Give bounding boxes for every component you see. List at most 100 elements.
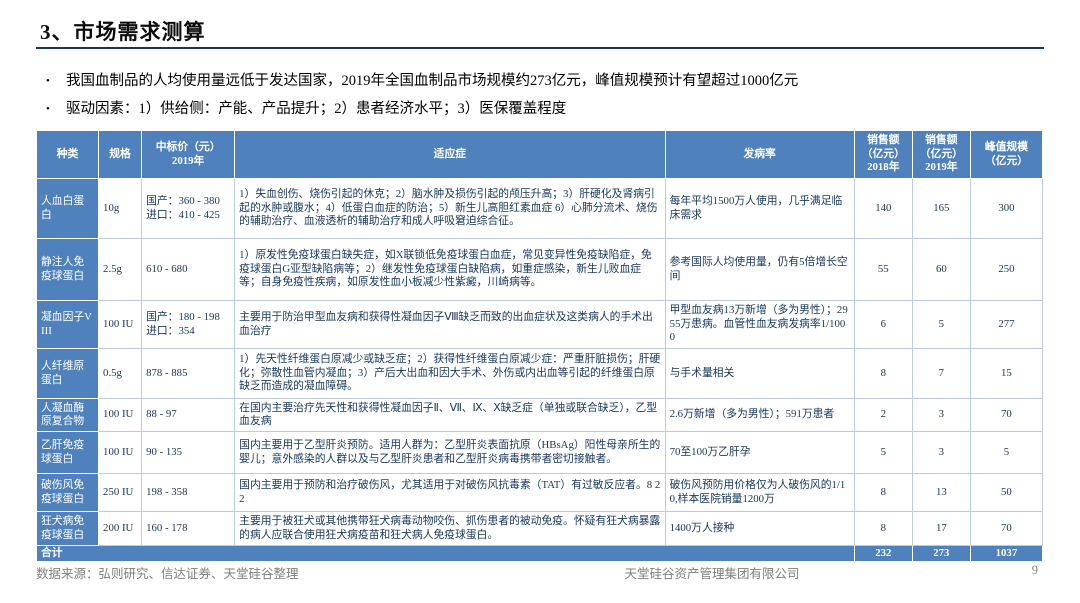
cell-incidence: 破伤风预防用价格仅为人破伤风的1/10,样本医院销量1200万	[665, 474, 854, 512]
cell-type: 狂犬病免疫球蛋白	[37, 512, 99, 546]
cell-sales-2018: 140	[854, 179, 912, 239]
col-header-peak: 峰值规模 （亿元）	[970, 131, 1042, 179]
slide: 3、市场需求测算 • 我国血制品的人均使用量远低于发达国家，2019年全国血制品…	[0, 0, 1080, 603]
cell-spec: 0.5g	[99, 349, 142, 399]
cell-sales-2018: 5	[854, 432, 912, 474]
cell-spec: 250 IU	[99, 474, 142, 512]
cell-price: 国产：180 - 198 进口：354	[142, 301, 235, 349]
bullet-list: • 我国血制品的人均使用量远低于发达国家，2019年全国血制品市场规模约273亿…	[46, 72, 1046, 127]
cell-sales-2018: 2	[854, 399, 912, 432]
table-row: 人血白蛋白 10g 国产：360 - 380 进口：410 - 425 1）失血…	[37, 179, 1043, 239]
cell-peak: 250	[970, 239, 1042, 301]
cell-sales-2019: 3	[912, 432, 970, 474]
col-header-indication: 适应症	[235, 131, 665, 179]
cell-sales-2019: 5	[912, 301, 970, 349]
cell-price: 878 - 885	[142, 349, 235, 399]
cell-incidence: 70至100万乙肝孕	[665, 432, 854, 474]
cell-spec: 10g	[99, 179, 142, 239]
product-table: 种类 规格 中标价（元） 2019年 适应症 发病率 销售额 （亿元） 2018…	[36, 130, 1043, 562]
cell-price: 160 - 178	[142, 512, 235, 546]
col-header-sales-2018: 销售额 （亿元） 2018年	[854, 131, 912, 179]
cell-sales-2018: 55	[854, 239, 912, 301]
cell-peak: 70	[970, 512, 1042, 546]
cell-sales-2019: 13	[912, 474, 970, 512]
bullet-item: • 驱动因素：1）供给侧：产能、产品提升；2）患者经济水平；3）医保覆盖程度	[46, 100, 1046, 120]
cell-sales-2019: 3	[912, 399, 970, 432]
cell-type: 破伤风免疫球蛋白	[37, 474, 99, 512]
cell-peak: 15	[970, 349, 1042, 399]
header-row: 种类 规格 中标价（元） 2019年 适应症 发病率 销售额 （亿元） 2018…	[37, 131, 1043, 179]
cell-sales-2019: 60	[912, 239, 970, 301]
bullet-icon: •	[46, 72, 66, 91]
cell-spec: 100 IU	[99, 432, 142, 474]
table-row: 乙肝免疫球蛋白 100 IU 90 - 135 国内主要用于乙型肝炎预防。适用人…	[37, 432, 1043, 474]
footer: 数据来源：弘则研究、信达证券、天堂硅谷整理 天堂硅谷资产管理集团有限公司 9	[36, 563, 1044, 582]
bullet-text: 驱动因素：1）供给侧：产能、产品提升；2）患者经济水平；3）医保覆盖程度	[66, 100, 566, 120]
cell-sales-2019: 17	[912, 512, 970, 546]
total-sales-2018: 232	[854, 546, 912, 562]
bullet-item: • 我国血制品的人均使用量远低于发达国家，2019年全国血制品市场规模约273亿…	[46, 72, 1046, 92]
cell-type: 人纤维原蛋白	[37, 349, 99, 399]
cell-type: 静注人免疫球蛋白	[37, 239, 99, 301]
col-header-sales-2019: 销售额 （亿元） 2019年	[912, 131, 970, 179]
cell-peak: 70	[970, 399, 1042, 432]
cell-peak: 5	[970, 432, 1042, 474]
total-label: 合计	[37, 546, 855, 562]
page-number: 9	[988, 563, 1044, 578]
cell-sales-2018: 8	[854, 474, 912, 512]
title-divider	[36, 47, 1044, 49]
table-row: 静注人免疫球蛋白 2.5g 610 - 680 1）原发性免疫球蛋白缺失症，如X…	[37, 239, 1043, 301]
cell-sales-2018: 8	[854, 512, 912, 546]
cell-spec: 100 IU	[99, 301, 142, 349]
cell-type: 乙肝免疫球蛋白	[37, 432, 99, 474]
cell-spec: 100 IU	[99, 399, 142, 432]
cell-indication: 国内主要用于乙型肝炎预防。适用人群为：乙型肝炎表面抗原（HBsAg）阳性母亲所生…	[235, 432, 665, 474]
cell-price: 198 - 358	[142, 474, 235, 512]
company-name: 天堂硅谷资产管理集团有限公司	[436, 563, 988, 582]
cell-peak: 50	[970, 474, 1042, 512]
cell-incidence: 甲型血友病13万新增（多为男性）；2955万患病。血管性血友病发病率1/1000	[665, 301, 854, 349]
cell-incidence: 参考国际人均使用量，仍有5倍增长空间	[665, 239, 854, 301]
cell-price: 88 - 97	[142, 399, 235, 432]
table-row: 人凝血酶原复合物 100 IU 88 - 97 在国内主要治疗先天性和获得性凝血…	[37, 399, 1043, 432]
col-header-type: 种类	[37, 131, 99, 179]
total-row: 合计 232 273 1037	[37, 546, 1043, 562]
page-title: 3、市场需求测算	[40, 16, 206, 46]
cell-price: 610 - 680	[142, 239, 235, 301]
cell-sales-2019: 7	[912, 349, 970, 399]
cell-indication: 1）先天性纤维蛋白原减少或缺乏症；2）获得性纤维蛋白原减少症：严重肝脏损伤；肝硬…	[235, 349, 665, 399]
cell-indication: 在国内主要治疗先天性和获得性凝血因子Ⅱ、Ⅶ、Ⅸ、Ⅹ缺乏症（单独或联合缺乏），乙型…	[235, 399, 665, 432]
bullet-text: 我国血制品的人均使用量远低于发达国家，2019年全国血制品市场规模约273亿元，…	[66, 72, 798, 92]
cell-peak: 300	[970, 179, 1042, 239]
cell-indication: 国内主要用于预防和治疗破伤风，尤其适用于对破伤风抗毒素（TAT）有过敏反应者。8…	[235, 474, 665, 512]
cell-spec: 200 IU	[99, 512, 142, 546]
cell-indication: 主要用于被狂犬或其他携带狂犬病毒动物咬伤、抓伤患者的被动免疫。怀疑有狂犬病暴露的…	[235, 512, 665, 546]
total-peak: 1037	[970, 546, 1042, 562]
cell-type: 人凝血酶原复合物	[37, 399, 99, 432]
table-row: 破伤风免疫球蛋白 250 IU 198 - 358 国内主要用于预防和治疗破伤风…	[37, 474, 1043, 512]
cell-peak: 277	[970, 301, 1042, 349]
cell-indication: 1）失血创伤、烧伤引起的休克；2）脑水肿及损伤引起的颅压升高；3）肝硬化及肾病引…	[235, 179, 665, 239]
col-header-spec: 规格	[99, 131, 142, 179]
cell-indication: 1）原发性免疫球蛋白缺失症，如X联锁低免疫球蛋白血症，常见变异性免疫缺陷症，免疫…	[235, 239, 665, 301]
cell-indication: 主要用于防治甲型血友病和获得性凝血因子Ⅷ缺乏而致的出血症状及这类病人的手术出血治…	[235, 301, 665, 349]
cell-type: 人血白蛋白	[37, 179, 99, 239]
cell-incidence: 每年平均1500万人使用，几乎满足临床需求	[665, 179, 854, 239]
cell-incidence: 与手术量相关	[665, 349, 854, 399]
table-row: 人纤维原蛋白 0.5g 878 - 885 1）先天性纤维蛋白原减少或缺乏症；2…	[37, 349, 1043, 399]
cell-spec: 2.5g	[99, 239, 142, 301]
table-row: 狂犬病免疫球蛋白 200 IU 160 - 178 主要用于被狂犬或其他携带狂犬…	[37, 512, 1043, 546]
cell-sales-2018: 6	[854, 301, 912, 349]
table-row: 凝血因子VIII 100 IU 国产：180 - 198 进口：354 主要用于…	[37, 301, 1043, 349]
col-header-price: 中标价（元） 2019年	[142, 131, 235, 179]
cell-sales-2019: 165	[912, 179, 970, 239]
data-source: 数据来源：弘则研究、信达证券、天堂硅谷整理	[36, 563, 436, 582]
col-header-incidence: 发病率	[665, 131, 854, 179]
bullet-icon: •	[46, 100, 66, 119]
cell-price: 国产：360 - 380 进口：410 - 425	[142, 179, 235, 239]
cell-incidence: 1400万人接种	[665, 512, 854, 546]
total-sales-2019: 273	[912, 546, 970, 562]
cell-incidence: 2.6万新增（多为男性）；591万患者	[665, 399, 854, 432]
cell-type: 凝血因子VIII	[37, 301, 99, 349]
cell-price: 90 - 135	[142, 432, 235, 474]
